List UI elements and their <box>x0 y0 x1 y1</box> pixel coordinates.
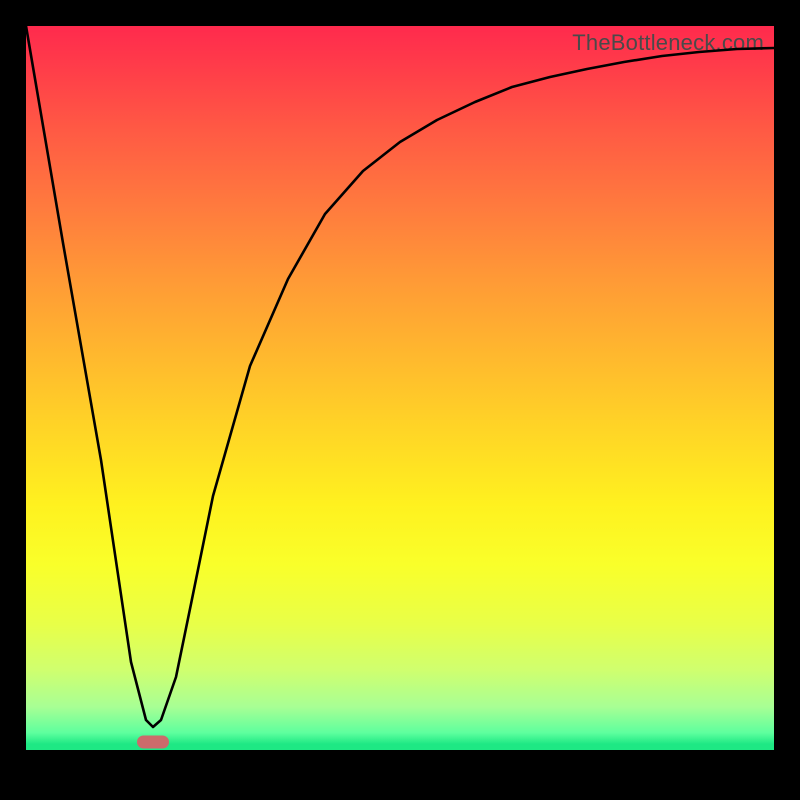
plot-area: TheBottleneck.com <box>26 26 774 774</box>
curve-path <box>26 26 774 727</box>
bottleneck-curve <box>26 26 774 774</box>
optimum-marker <box>137 736 169 749</box>
chart-frame: TheBottleneck.com <box>0 0 800 800</box>
